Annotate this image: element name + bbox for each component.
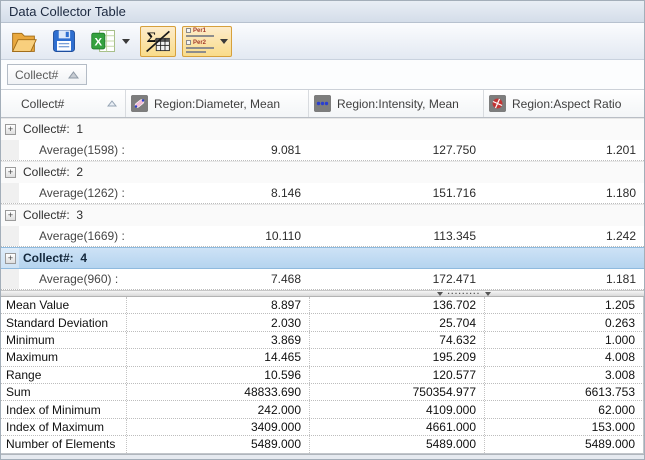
group-label: Collect#: 2 xyxy=(23,165,84,180)
window-title: Data Collector Table xyxy=(9,4,126,19)
title-bar: Data Collector Table xyxy=(1,1,644,23)
intensity-mean-value: 172.471 xyxy=(432,271,476,286)
toolbar: X Σ Per1 Per2 xyxy=(1,23,644,60)
per1-checkbox-icon xyxy=(186,28,191,33)
stat-row-index-of-maximum: Index of Maximum 3409.000 4661.000 153.0… xyxy=(1,418,644,437)
group-by-panel: Collect# xyxy=(1,60,644,90)
intensity-mean-value: 127.750 xyxy=(432,142,476,157)
per1-label: Per1 xyxy=(193,27,207,34)
average-row-collect-4[interactable]: Average(960) : 7.468 172.471 1.181 xyxy=(1,268,644,290)
group-row-collect-4-selected[interactable]: + Collect#: 4 xyxy=(1,247,644,269)
diameter-mean-value: 9.081 xyxy=(270,142,301,157)
svg-text:X: X xyxy=(95,36,103,48)
diameter-mean-value: 10.110 xyxy=(265,228,301,243)
average-row-collect-1[interactable]: Average(1598) : 9.081 127.750 1.201 xyxy=(1,139,644,161)
group-label: Collect#: 1 xyxy=(23,122,84,137)
group-row-collect-3[interactable]: + Collect#: 3 xyxy=(1,204,644,226)
stat-row-minimum: Minimum 3.869 74.632 1.000 xyxy=(1,331,644,350)
aspect-ratio-value: 1.242 xyxy=(605,228,636,243)
sort-ascending-icon xyxy=(68,70,79,78)
column-header-aspect-ratio[interactable]: Region:Aspect Ratio xyxy=(484,90,644,117)
aspect-ratio-value: 1.201 xyxy=(605,142,636,157)
per-collect-toggle-button[interactable]: Per1 Per2 xyxy=(182,25,232,57)
aspect-ratio-value: 1.180 xyxy=(605,185,636,200)
per2-checkbox-icon xyxy=(186,40,191,45)
statistics-summary-table: Mean Value 8.897 136.702 1.205 Standard … xyxy=(1,297,644,455)
excel-icon: X xyxy=(90,27,118,55)
group-label: Collect#: 4 xyxy=(23,250,88,265)
average-label: Average(1598) : xyxy=(39,142,125,157)
aspect-ratio-icon xyxy=(489,95,506,112)
column-header-row: Collect# Region:Diameter, Mean Region:In… xyxy=(1,90,644,118)
average-row-collect-2[interactable]: Average(1262) : 8.146 151.716 1.180 xyxy=(1,182,644,204)
average-row-collect-3[interactable]: Average(1669) : 10.110 113.345 1.242 xyxy=(1,225,644,247)
data-grid: + Collect#: 1 Average(1598) : 9.081 127.… xyxy=(1,118,644,290)
save-button[interactable] xyxy=(48,25,80,57)
excel-dropdown-arrow-icon[interactable] xyxy=(122,38,130,44)
list-line-icon xyxy=(186,35,214,37)
splitter-handle-icon[interactable]: ········· xyxy=(431,290,497,298)
diameter-icon xyxy=(131,95,148,112)
aspect-ratio-value: 1.181 xyxy=(605,271,636,286)
group-by-collect-button[interactable]: Collect# xyxy=(7,64,87,85)
per-collect-list-icon: Per1 Per2 xyxy=(186,27,216,55)
save-disk-icon xyxy=(50,27,78,55)
average-label: Average(960) : xyxy=(39,271,119,286)
column-header-diameter[interactable]: Region:Diameter, Mean xyxy=(126,90,309,117)
expand-icon[interactable]: + xyxy=(5,167,16,178)
intensity-mean-value: 113.345 xyxy=(433,228,477,243)
sort-ascending-icon xyxy=(107,100,117,107)
group-label: Collect#: 3 xyxy=(23,208,84,223)
group-row-collect-2[interactable]: + Collect#: 2 xyxy=(1,161,644,183)
stat-row-std-dev: Standard Deviation 2.030 25.704 0.263 xyxy=(1,314,644,332)
column-header-collect[interactable]: Collect# xyxy=(1,90,126,117)
average-label: Average(1262) : xyxy=(39,185,125,200)
list-line-icon xyxy=(186,51,206,53)
open-button[interactable] xyxy=(7,25,40,58)
diameter-mean-value: 8.146 xyxy=(270,185,301,200)
list-line-icon xyxy=(186,47,214,49)
intensity-icon xyxy=(314,95,331,112)
group-by-field-label: Collect# xyxy=(15,67,59,82)
expand-icon[interactable]: + xyxy=(5,253,16,264)
intensity-mean-value: 151.716 xyxy=(432,185,476,200)
statistics-toggle-button[interactable]: Σ xyxy=(140,25,176,57)
group-row-collect-1[interactable]: + Collect#: 1 xyxy=(1,118,644,140)
expand-icon[interactable]: + xyxy=(5,124,16,135)
open-folder-icon xyxy=(9,27,38,56)
stat-row-number-of-elements: Number of Elements 5489.000 5489.000 548… xyxy=(1,436,644,454)
expand-icon[interactable]: + xyxy=(5,210,16,221)
average-label: Average(1669) : xyxy=(39,228,125,243)
per-dropdown-arrow-icon[interactable] xyxy=(220,38,228,44)
per2-label: Per2 xyxy=(193,39,207,46)
export-excel-button[interactable]: X xyxy=(88,25,132,57)
grid-summary-splitter[interactable]: ········· xyxy=(1,290,644,298)
data-collector-table-window: Data Collector Table X Σ Per1 Per2 Colle… xyxy=(0,0,645,460)
stat-row-sum: Sum 48833.690 750354.977 6613.753 xyxy=(1,383,644,402)
column-header-intensity[interactable]: Region:Intensity, Mean xyxy=(309,90,484,117)
stat-row-range: Range 10.596 120.577 3.008 xyxy=(1,366,644,384)
sigma-table-icon: Σ xyxy=(144,27,172,55)
stat-row-mean: Mean Value 8.897 136.702 1.205 xyxy=(1,297,644,315)
stat-row-maximum: Maximum 14.465 195.209 4.008 xyxy=(1,349,644,367)
diameter-mean-value: 7.468 xyxy=(270,271,301,286)
stat-row-index-of-minimum: Index of Minimum 242.000 4109.000 62.000 xyxy=(1,401,644,419)
